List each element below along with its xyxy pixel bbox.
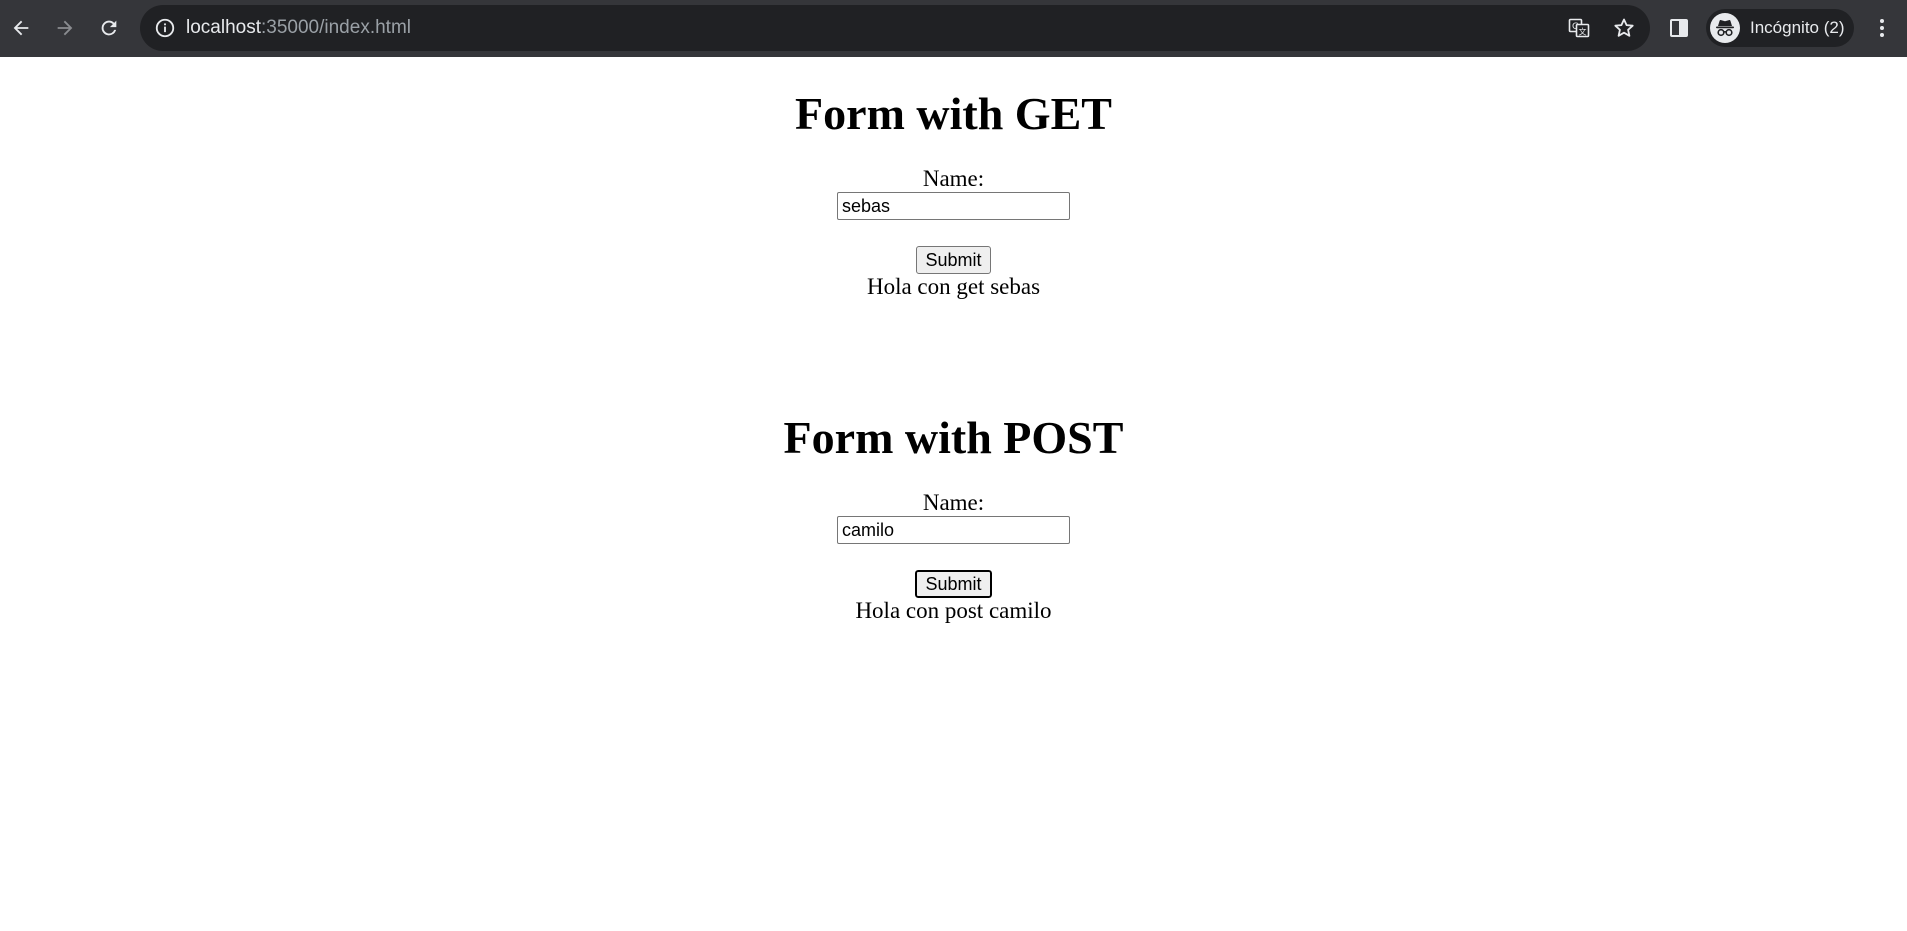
post-submit-button[interactable]: Submit: [914, 569, 993, 599]
translate-icon[interactable]: G文: [1567, 16, 1591, 40]
kebab-menu-icon[interactable]: [1870, 14, 1894, 42]
side-panel-icon[interactable]: [1667, 16, 1691, 40]
get-name-input[interactable]: [837, 192, 1070, 220]
browser-toolbar: localhost:35000/index.html G文 Incógnito …: [0, 0, 1907, 57]
info-icon[interactable]: [154, 17, 176, 39]
reload-button[interactable]: [91, 10, 127, 46]
url-host: localhost: [186, 17, 261, 38]
get-submit-button[interactable]: Submit: [916, 246, 991, 274]
svg-text:文: 文: [1579, 27, 1587, 37]
get-form: Form with GET Name: Submit Hola con get …: [0, 87, 1907, 300]
post-result-text: Hola con post camilo: [855, 598, 1052, 623]
get-form-title: Form with GET: [795, 88, 1112, 139]
back-button[interactable]: [3, 10, 39, 46]
get-name-label: Name:: [922, 166, 985, 191]
url-text[interactable]: localhost:35000/index.html: [186, 5, 411, 51]
url-path: :35000/index.html: [261, 17, 411, 38]
get-result-text: Hola con get sebas: [866, 274, 1041, 299]
post-name-label: Name:: [922, 490, 985, 515]
reload-icon: [98, 17, 120, 39]
page-content: Form with GET Name: Submit Hola con get …: [0, 57, 1907, 931]
post-form-title: Form with POST: [783, 412, 1124, 463]
incognito-icon: [1710, 13, 1740, 43]
arrow-back-icon: [10, 17, 32, 39]
address-bar[interactable]: localhost:35000/index.html G文: [140, 5, 1650, 51]
arrow-forward-icon: [54, 17, 76, 39]
forward-button[interactable]: [47, 10, 83, 46]
incognito-profile-button[interactable]: Incógnito (2): [1706, 9, 1854, 47]
post-name-input[interactable]: [837, 516, 1070, 544]
star-icon[interactable]: [1612, 16, 1636, 40]
profile-label: Incógnito (2): [1750, 18, 1845, 37]
post-form: Form with POST Name: Submit Hola con pos…: [0, 411, 1907, 624]
